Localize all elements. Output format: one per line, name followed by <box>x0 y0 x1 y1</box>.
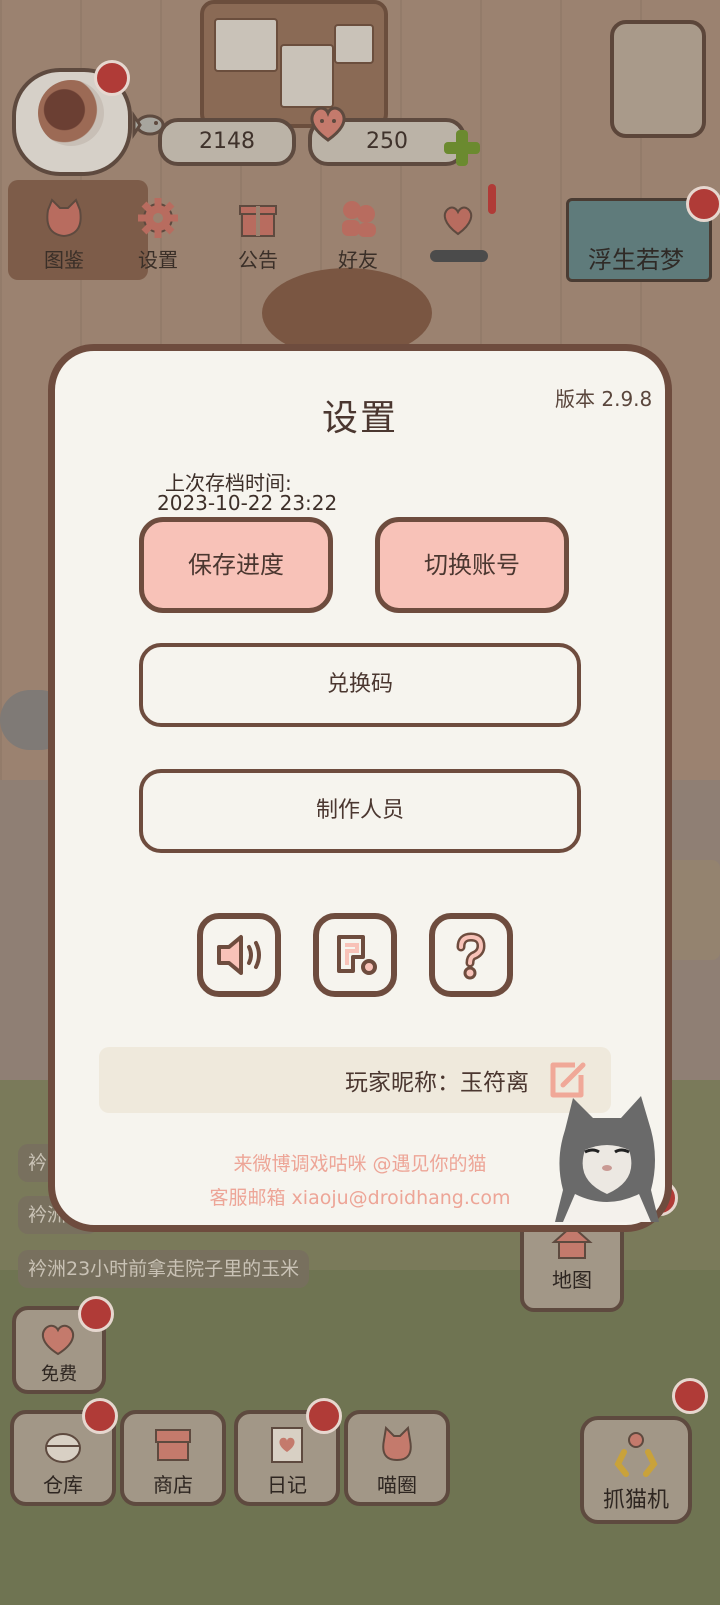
feed-item: 衿洲23小时前拿走院子里的玉米 <box>18 1250 310 1288</box>
save-progress-button[interactable]: 保存进度 <box>139 517 333 613</box>
claw-machine-label: 抓猫机 <box>602 1488 669 1513</box>
nickname-label: 玩家昵称：玉符离 <box>345 1070 529 1096</box>
heart-icon <box>310 106 346 142</box>
friends-label: 好友 <box>338 248 378 272</box>
settings-label: 设置 <box>138 248 178 272</box>
redeem-code-button[interactable]: 兑换码 <box>139 643 581 727</box>
catalog-label: 图鉴 <box>44 248 84 272</box>
nickname-box: 玩家昵称：玉符离 <box>99 1047 611 1113</box>
avatar[interactable] <box>38 80 104 146</box>
notification-dot <box>672 1378 708 1414</box>
notice-board <box>200 0 388 128</box>
cat-circle-label: 喵圈 <box>377 1473 417 1497</box>
claw-machine-button[interactable]: 抓猫机 <box>580 1416 692 1524</box>
cat-mascot-image <box>555 1096 659 1222</box>
notification-dot <box>686 186 720 222</box>
heart-icon <box>41 1324 75 1356</box>
shop-icon <box>155 1429 191 1461</box>
add-hearts-button[interactable] <box>442 128 482 168</box>
shop-label: 商店 <box>153 1473 193 1497</box>
fish-counter: 2148 <box>158 118 296 166</box>
cat-face-icon <box>46 198 82 238</box>
basket-icon <box>45 1433 81 1463</box>
last-save-time: 2023-10-22 23:22 <box>157 491 338 515</box>
announcement-button[interactable]: 公告 <box>218 196 298 276</box>
settings-button[interactable]: 设置 <box>118 196 198 276</box>
question-mark-icon <box>456 932 486 980</box>
help-button[interactable] <box>429 913 513 997</box>
announcement-label: 公告 <box>238 248 278 272</box>
gear-icon <box>138 198 178 238</box>
speaker-icon <box>217 935 261 975</box>
credits-button[interactable]: 制作人员 <box>139 769 581 853</box>
shop-button[interactable]: 商店 <box>120 1410 226 1506</box>
event-button[interactable] <box>418 196 498 276</box>
notification-dot <box>94 60 130 96</box>
warehouse-label: 仓库 <box>43 1473 83 1497</box>
fish-icon <box>132 111 165 139</box>
free-label: 免费 <box>41 1364 77 1385</box>
friends-icon <box>342 201 376 237</box>
claw-icon <box>614 1432 658 1477</box>
event-progress-bar <box>430 250 488 262</box>
notification-dot <box>78 1296 114 1332</box>
dream-banner-label: 浮生若梦 <box>588 246 684 274</box>
notification-dot <box>82 1398 118 1434</box>
friends-button[interactable]: 好友 <box>318 196 398 276</box>
version-label: 版本 2.9.8 <box>555 387 653 411</box>
cat-circle-button[interactable]: 喵圈 <box>344 1410 450 1506</box>
switch-account-button[interactable]: 切换账号 <box>375 517 569 613</box>
map-label: 地图 <box>552 1268 592 1292</box>
gift-icon <box>239 205 277 237</box>
alert-mark-icon <box>488 184 496 214</box>
music-note-icon <box>337 935 377 975</box>
notification-dot <box>306 1398 342 1434</box>
cat-planet-icon <box>382 1425 412 1462</box>
music-toggle-button[interactable] <box>313 913 397 997</box>
trash-bin <box>610 20 706 138</box>
sound-toggle-button[interactable] <box>197 913 281 997</box>
diary-icon <box>271 1427 303 1463</box>
hands-heart-icon <box>443 206 473 236</box>
diary-label: 日记 <box>267 1473 307 1497</box>
catalog-button[interactable]: 图鉴 <box>24 196 104 276</box>
